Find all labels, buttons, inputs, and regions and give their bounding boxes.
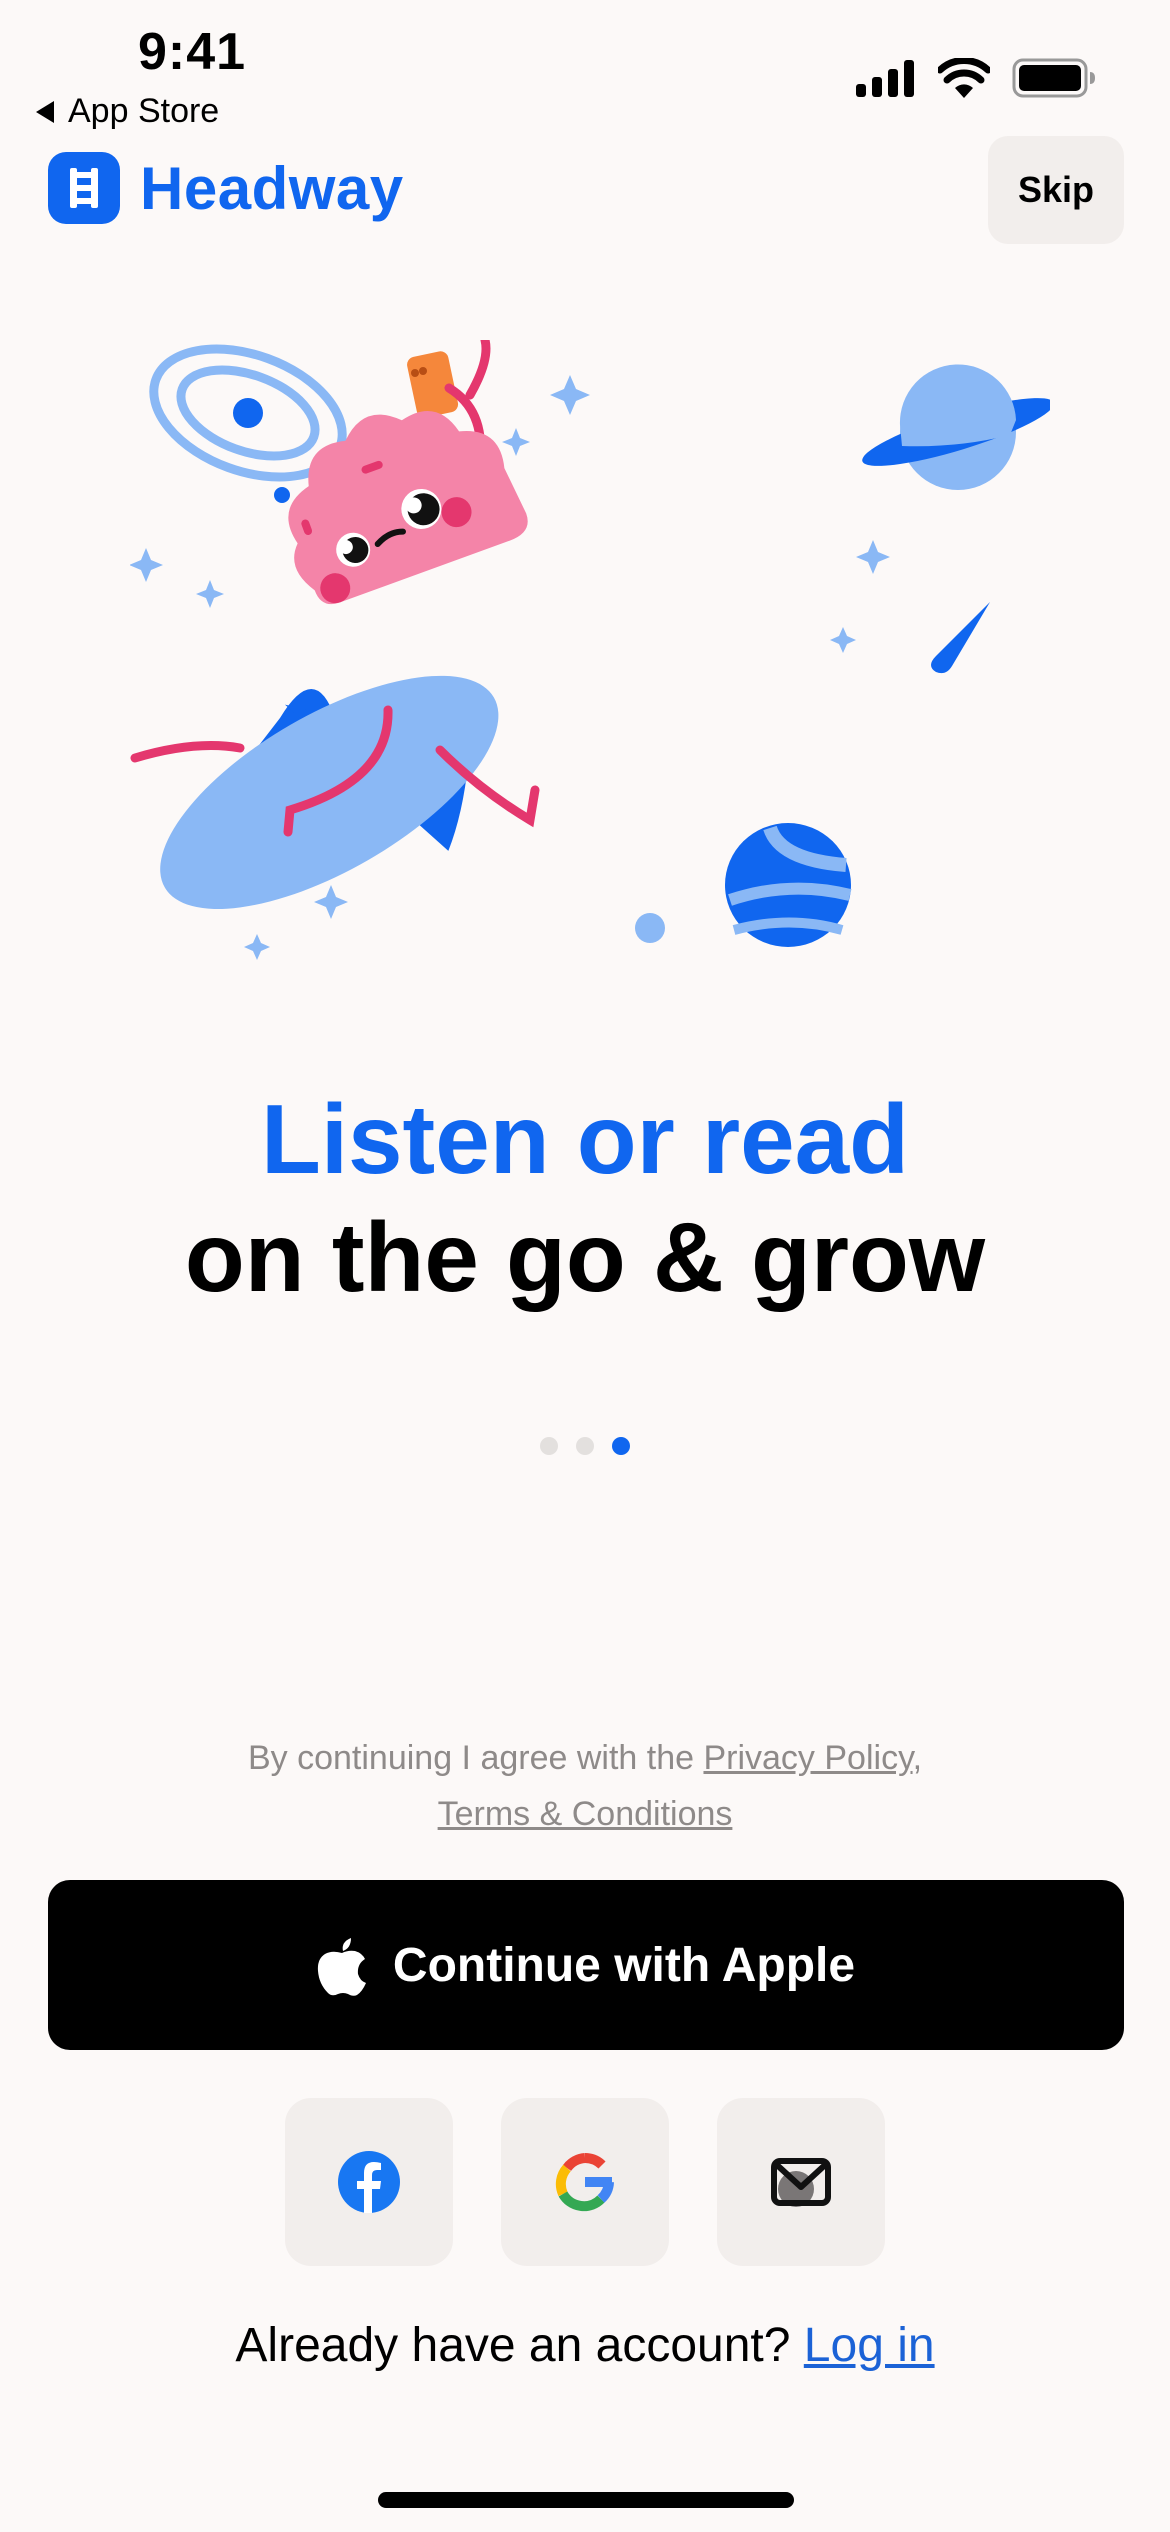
legal-separator: , xyxy=(912,1739,923,1777)
mail-icon xyxy=(771,2158,831,2207)
terms-conditions-link[interactable]: Terms & Conditions xyxy=(438,1795,733,1833)
status-time: 9:41 xyxy=(138,23,247,81)
legal-prefix: By continuing I agree with the xyxy=(247,1739,704,1777)
wifi-icon xyxy=(938,58,990,98)
facebook-login-button[interactable] xyxy=(285,2098,453,2266)
striped-planet-icon xyxy=(635,823,852,947)
sparkle-icon xyxy=(314,885,348,919)
headway-logo: Headway xyxy=(48,152,404,224)
apple-button-label: Continue with Apple xyxy=(392,1938,856,1992)
sparkle-icon xyxy=(550,375,590,415)
onboarding-headline: Listen or read on the go & grow xyxy=(0,1080,1170,1316)
login-prompt: Already have an account? Log in xyxy=(0,2318,1170,2373)
status-icons xyxy=(856,58,1096,98)
social-login-row xyxy=(0,2098,1170,2266)
brand-name: Headway xyxy=(140,154,404,222)
headline-line-1: Listen or read xyxy=(260,1084,910,1194)
cellular-signal-icon xyxy=(856,60,914,97)
page-dot-3-active[interactable] xyxy=(612,1437,630,1455)
back-label: App Store xyxy=(68,92,220,130)
log-in-link[interactable]: Log in xyxy=(804,2319,935,2372)
page-dot-2[interactable] xyxy=(576,1437,594,1455)
comet-icon xyxy=(931,602,990,674)
continue-with-apple-button[interactable]: Continue with Apple xyxy=(48,1880,1124,2050)
headline-line-2: on the go & grow xyxy=(184,1202,986,1312)
sparkle-icon xyxy=(856,540,890,574)
privacy-policy-link[interactable]: Privacy Policy xyxy=(703,1739,912,1777)
page-indicator xyxy=(0,1437,1170,1455)
facebook-icon xyxy=(338,2151,400,2213)
sparkle-icon xyxy=(830,627,856,653)
back-triangle-icon xyxy=(36,100,54,123)
sparkle-icon xyxy=(244,934,270,960)
home-indicator[interactable] xyxy=(378,2492,794,2508)
skip-button[interactable]: Skip xyxy=(988,136,1124,244)
email-login-button[interactable] xyxy=(717,2098,885,2266)
onboarding-illustration xyxy=(130,340,1050,960)
back-to-app-store[interactable]: App Store xyxy=(36,92,219,131)
sparkle-icon xyxy=(130,548,163,582)
brain-character xyxy=(288,411,528,605)
ladder-book-icon xyxy=(48,152,120,224)
legal-notice: By continuing I agree with the Privacy P… xyxy=(0,1730,1170,1842)
sparkle-icon xyxy=(502,428,530,456)
google-icon xyxy=(555,2152,614,2212)
battery-icon xyxy=(1012,58,1095,98)
google-login-button[interactable] xyxy=(501,2098,669,2266)
saturn-planet-icon xyxy=(862,364,1050,490)
login-prompt-text: Already have an account? xyxy=(235,2319,804,2372)
sparkle-icon xyxy=(196,580,224,608)
apple-logo-icon xyxy=(317,1938,366,1996)
page-dot-1[interactable] xyxy=(540,1437,558,1455)
